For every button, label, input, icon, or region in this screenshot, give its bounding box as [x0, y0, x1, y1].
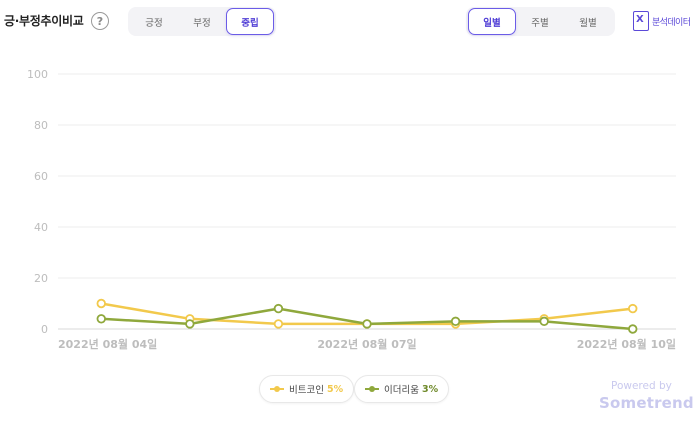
- data-point-bitcoin: [628, 303, 638, 314]
- data-point-ethereum: [362, 319, 372, 329]
- x-tick-label: 2022년 08월 07일: [317, 337, 416, 351]
- data-point-bitcoin: [273, 319, 284, 329]
- data-point-bitcoin: [96, 298, 106, 309]
- y-tick-label: 0: [41, 323, 48, 336]
- data-point-ethereum: [539, 316, 549, 327]
- trend-line-chart: 0 20 40 60 80 100 2022년 08월 04일 2022년 08월 07일 20…: [27, 68, 676, 351]
- y-tick-label: 60: [34, 170, 48, 183]
- y-tick-label: 80: [34, 119, 48, 132]
- y-tick-label: 40: [34, 221, 48, 234]
- legend-percent: 5%: [326, 383, 344, 395]
- legend-marker-ethereum: [365, 385, 379, 393]
- data-point-ethereum: [96, 314, 106, 324]
- data-point-ethereum: [450, 316, 461, 327]
- powered-by-text: Powered by: [611, 380, 672, 392]
- x-tick-label: 2022년 08월 10일: [577, 337, 676, 351]
- legend-label: 이더리움: [384, 385, 419, 396]
- x-tick-label: 2022년 08월 04일: [58, 337, 157, 351]
- legend-item-bitcoin[interactable]: 비트코인 5%: [259, 375, 355, 403]
- legend-item-ethereum[interactable]: 이더리움 3%: [354, 375, 450, 403]
- brand-logo: Sometrend: [599, 394, 694, 412]
- y-tick-label: 100: [27, 68, 48, 81]
- data-point-ethereum: [628, 324, 638, 334]
- legend-marker-bitcoin: [270, 385, 284, 393]
- data-point-ethereum: [185, 319, 195, 329]
- data-point-ethereum: [273, 303, 284, 314]
- legend-percent: 3%: [421, 383, 439, 395]
- y-tick-label: 20: [34, 272, 48, 285]
- legend-label: 비트코인: [289, 385, 324, 396]
